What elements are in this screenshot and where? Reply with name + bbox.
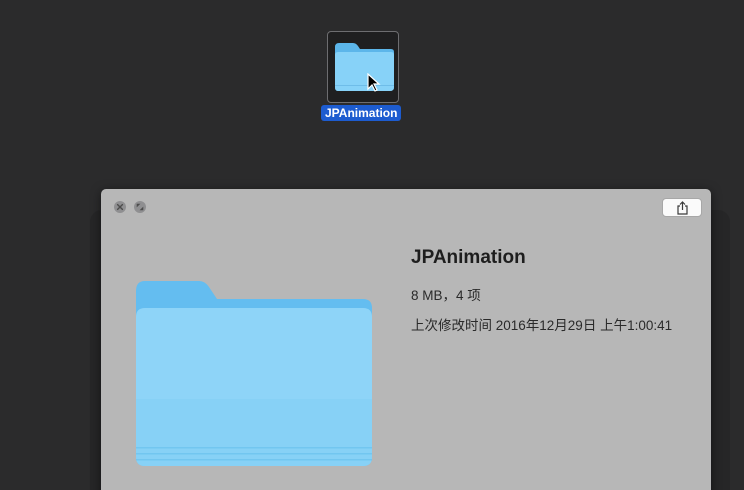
folder-icon — [335, 43, 394, 91]
desktop-folder-item[interactable] — [327, 31, 399, 103]
file-name: JPAnimation — [411, 247, 526, 268]
folder-preview-icon — [136, 281, 372, 466]
share-icon — [677, 201, 688, 215]
fullscreen-icon — [136, 203, 144, 211]
desktop: JPAnimation JPAnimation 8 MB，4 项 上次修改时间 … — [0, 0, 744, 490]
close-button[interactable] — [114, 201, 126, 213]
mouse-cursor-icon — [367, 73, 381, 92]
file-size-count: 8 MB，4 项 — [411, 288, 481, 303]
modified-date: 上次修改时间 2016年12月29日 上午1:00:41 — [411, 318, 673, 333]
share-button[interactable] — [662, 198, 702, 217]
quicklook-window: JPAnimation 8 MB，4 项 上次修改时间 2016年12月29日 … — [101, 189, 711, 490]
close-icon — [116, 203, 124, 211]
title-bar[interactable] — [101, 189, 711, 225]
fullscreen-button[interactable] — [134, 201, 146, 213]
desktop-folder-label[interactable]: JPAnimation — [321, 105, 402, 121]
